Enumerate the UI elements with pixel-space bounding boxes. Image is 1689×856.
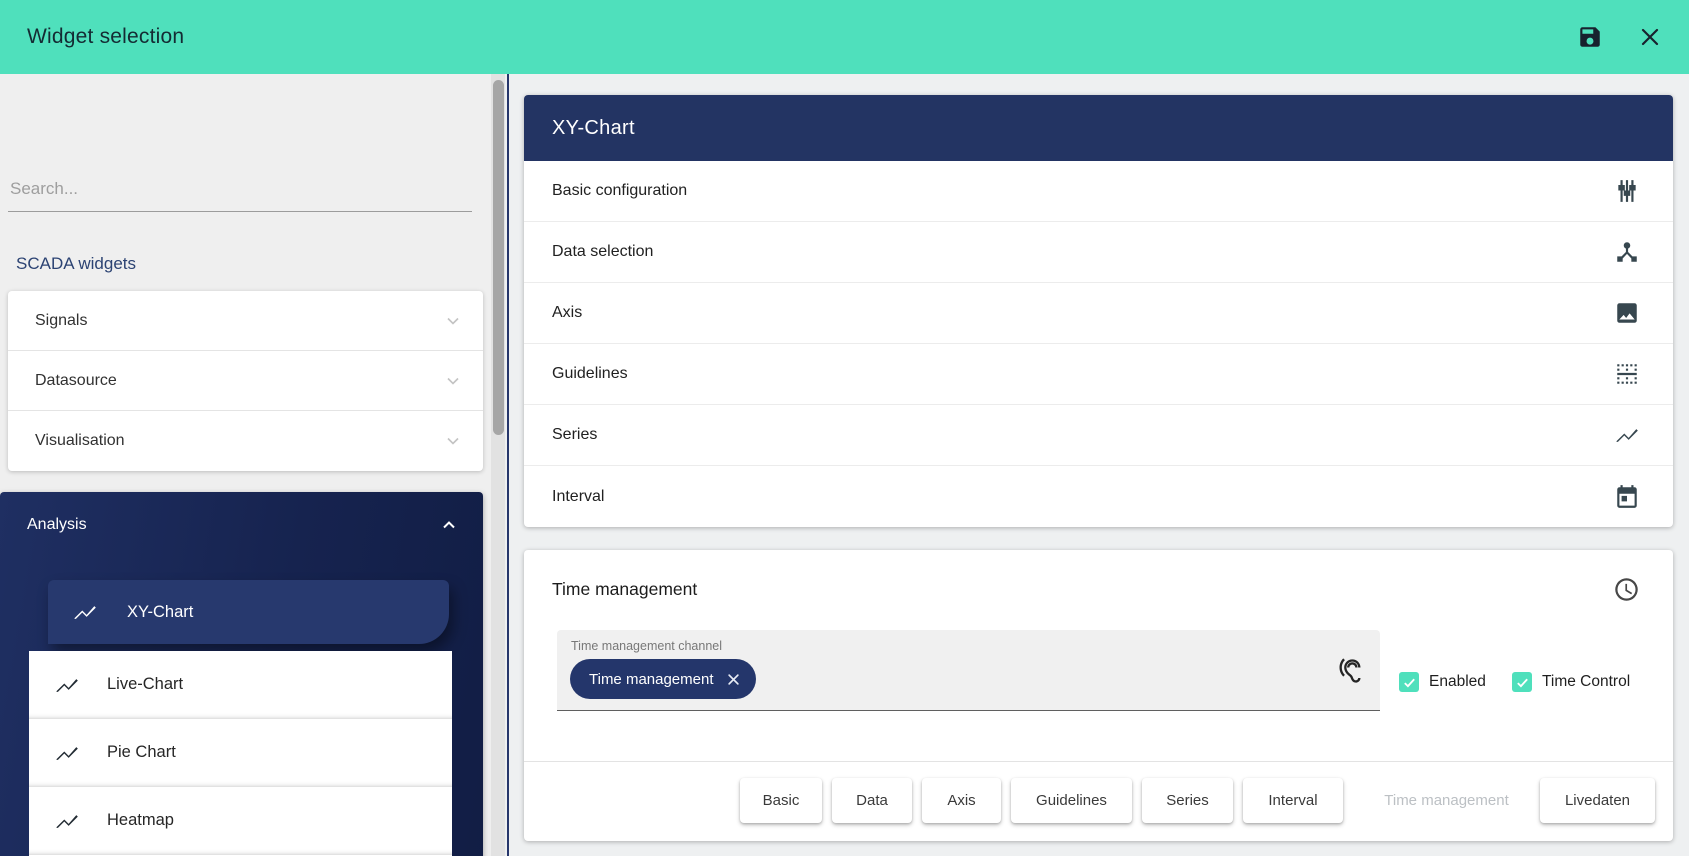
line-chart-icon <box>54 740 80 766</box>
sidebar-item-heatmap[interactable]: Heatmap <box>29 787 452 855</box>
section-guidelines[interactable]: Guidelines <box>524 344 1673 405</box>
close-icon <box>1638 25 1662 49</box>
field-label: Time management channel <box>571 639 722 653</box>
search-input[interactable] <box>8 166 472 212</box>
scada-widgets-label: SCADA widgets <box>16 254 136 274</box>
footer-divider <box>524 761 1673 762</box>
group-label: Datasource <box>35 372 117 390</box>
widget-selection-dialog: Widget selection SCADA widgets Signals <box>0 0 1689 856</box>
chevron-down-icon <box>443 311 463 331</box>
sidebar-scrollbar-track[interactable] <box>491 74 505 856</box>
sidebar-item-label: Pie Chart <box>107 743 176 762</box>
time-management-title: Time management <box>552 579 697 600</box>
checkbox-enabled[interactable]: Enabled <box>1399 672 1486 692</box>
border-horizontal-icon <box>1614 361 1640 387</box>
time-management-card: Time management Time management channel … <box>524 550 1673 841</box>
section-series[interactable]: Series <box>524 405 1673 466</box>
sidebar-item-label: XY-Chart <box>127 603 193 622</box>
tune-icon <box>1614 178 1640 204</box>
sidebar-item-label: Live-Chart <box>107 675 183 694</box>
sidebar-group-signals[interactable]: Signals <box>8 291 483 351</box>
image-icon <box>1614 300 1640 326</box>
livedaten-button[interactable]: Livedaten <box>1540 778 1655 823</box>
section-label: Basic configuration <box>552 182 687 200</box>
group-label: Analysis <box>27 516 87 534</box>
checkbox-checked-icon <box>1512 672 1532 692</box>
series-button[interactable]: Series <box>1142 778 1233 823</box>
section-label: Series <box>552 426 597 444</box>
section-interval[interactable]: Interval <box>524 466 1673 527</box>
chevron-down-icon <box>443 371 463 391</box>
pane-splitter <box>507 74 509 856</box>
interval-button[interactable]: Interval <box>1243 778 1343 823</box>
chevron-down-icon <box>443 431 463 451</box>
sidebar-group-analysis: Analysis XY-Chart Live-Chart <box>0 492 483 856</box>
clock-icon <box>1613 576 1640 603</box>
sidebar-group-visualisation[interactable]: Visualisation <box>8 411 483 471</box>
analysis-items-list: Live-Chart Pie Chart Heatmap <box>29 651 452 856</box>
checkbox-label: Time Control <box>1542 673 1630 691</box>
hearing-icon[interactable] <box>1336 657 1364 685</box>
section-label: Data selection <box>552 243 653 261</box>
sidebar-group-datasource[interactable]: Datasource <box>8 351 483 411</box>
sidebar-item-xy-chart[interactable]: XY-Chart <box>48 580 449 644</box>
chip-label: Time management <box>589 671 714 688</box>
line-chart-icon <box>72 599 98 625</box>
xy-chart-config-card: XY-Chart Basic configuration Data select… <box>524 95 1673 527</box>
panel-title: XY-Chart <box>552 117 635 140</box>
analysis-header[interactable]: Analysis <box>0 492 483 558</box>
axis-button[interactable]: Axis <box>922 778 1001 823</box>
save-button[interactable] <box>1573 20 1607 54</box>
save-icon <box>1577 24 1603 50</box>
time-management-header: Time management <box>524 550 1673 628</box>
time-management-button-disabled: Time management <box>1363 778 1530 823</box>
section-basic-configuration[interactable]: Basic configuration <box>524 161 1673 222</box>
sidebar-item-pie-chart[interactable]: Pie Chart <box>29 719 452 787</box>
sidebar-scrollbar-thumb[interactable] <box>493 80 504 435</box>
section-label: Interval <box>552 488 604 506</box>
section-data-selection[interactable]: Data selection <box>524 222 1673 283</box>
checkbox-time-control[interactable]: Time Control <box>1512 672 1630 692</box>
guidelines-button[interactable]: Guidelines <box>1011 778 1132 823</box>
dialog-title: Widget selection <box>27 25 184 49</box>
sidebar-item-label: Heatmap <box>107 811 174 830</box>
chip-remove-icon[interactable] <box>726 672 741 687</box>
group-label: Visualisation <box>35 432 125 450</box>
time-management-channel-field[interactable]: Time management channel Time management <box>557 630 1380 711</box>
device-hub-icon <box>1614 239 1640 265</box>
group-label: Signals <box>35 312 87 330</box>
data-button[interactable]: Data <box>832 778 912 823</box>
time-management-chip[interactable]: Time management <box>570 659 756 699</box>
close-button[interactable] <box>1633 20 1667 54</box>
widget-groups-card: Signals Datasource Visualisation <box>8 291 483 471</box>
checkbox-checked-icon <box>1399 672 1419 692</box>
line-chart-icon <box>54 672 80 698</box>
title-bar-actions <box>1573 0 1667 74</box>
line-chart-icon <box>54 808 80 834</box>
footer-button-row: Basic Data Axis Guidelines Series Interv… <box>740 778 1655 823</box>
section-axis[interactable]: Axis <box>524 283 1673 344</box>
checkbox-label: Enabled <box>1429 673 1486 691</box>
chevron-up-icon <box>439 515 459 535</box>
panel-header: XY-Chart <box>524 95 1673 161</box>
calendar-icon <box>1614 484 1640 510</box>
widget-sidebar: SCADA widgets Signals Datasource Visuali… <box>0 74 491 856</box>
line-chart-icon <box>1614 422 1640 448</box>
section-label: Axis <box>552 304 582 322</box>
title-bar: Widget selection <box>0 0 1689 74</box>
section-label: Guidelines <box>552 365 628 383</box>
sidebar-item-live-chart[interactable]: Live-Chart <box>29 651 452 719</box>
basic-button[interactable]: Basic <box>740 778 822 823</box>
